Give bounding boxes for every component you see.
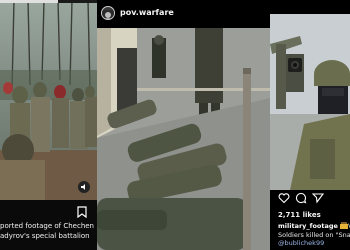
username[interactable]: pov.warfare [120, 8, 174, 17]
bookmark-icon[interactable] [77, 206, 87, 218]
comment-icon[interactable] [295, 192, 307, 204]
left-post-photo[interactable] [0, 0, 97, 200]
mention-link[interactable]: @bublichek99 [278, 239, 350, 248]
caption-line: adyrov's special battalion [0, 231, 90, 240]
share-icon[interactable] [312, 192, 324, 204]
left-post: ported footage of Chechen adyrov's speci… [0, 0, 97, 250]
post-actions [270, 192, 350, 206]
right-post: 2,711 likes military_footage Vi Soldiers… [270, 0, 350, 250]
right-post-photo[interactable] [270, 14, 350, 190]
post-header: pov.warfare [97, 0, 270, 28]
left-post-caption: ported footage of Chechen adyrov's speci… [0, 222, 97, 250]
heart-icon[interactable] [278, 192, 290, 204]
avatar[interactable] [101, 6, 115, 20]
battlefield-image [97, 28, 270, 250]
avatar-image [102, 10, 114, 19]
caption-account[interactable]: military_footage [278, 222, 338, 230]
sound-icon[interactable] [78, 181, 90, 193]
soldier-with-camera-image [270, 14, 350, 190]
caption-line: ported footage of Chechen [0, 222, 94, 230]
center-post-photo[interactable] [97, 28, 270, 250]
soldiers-column-image [0, 0, 97, 200]
like-count[interactable]: 2,711 likes [278, 211, 321, 219]
caption-line: Soldiers killed on "Snak [278, 230, 350, 239]
post-caption: military_footage Vi Soldiers killed on "… [278, 222, 350, 248]
center-post: pov.warfare [97, 0, 270, 250]
verified-emoji-icon [340, 222, 349, 229]
